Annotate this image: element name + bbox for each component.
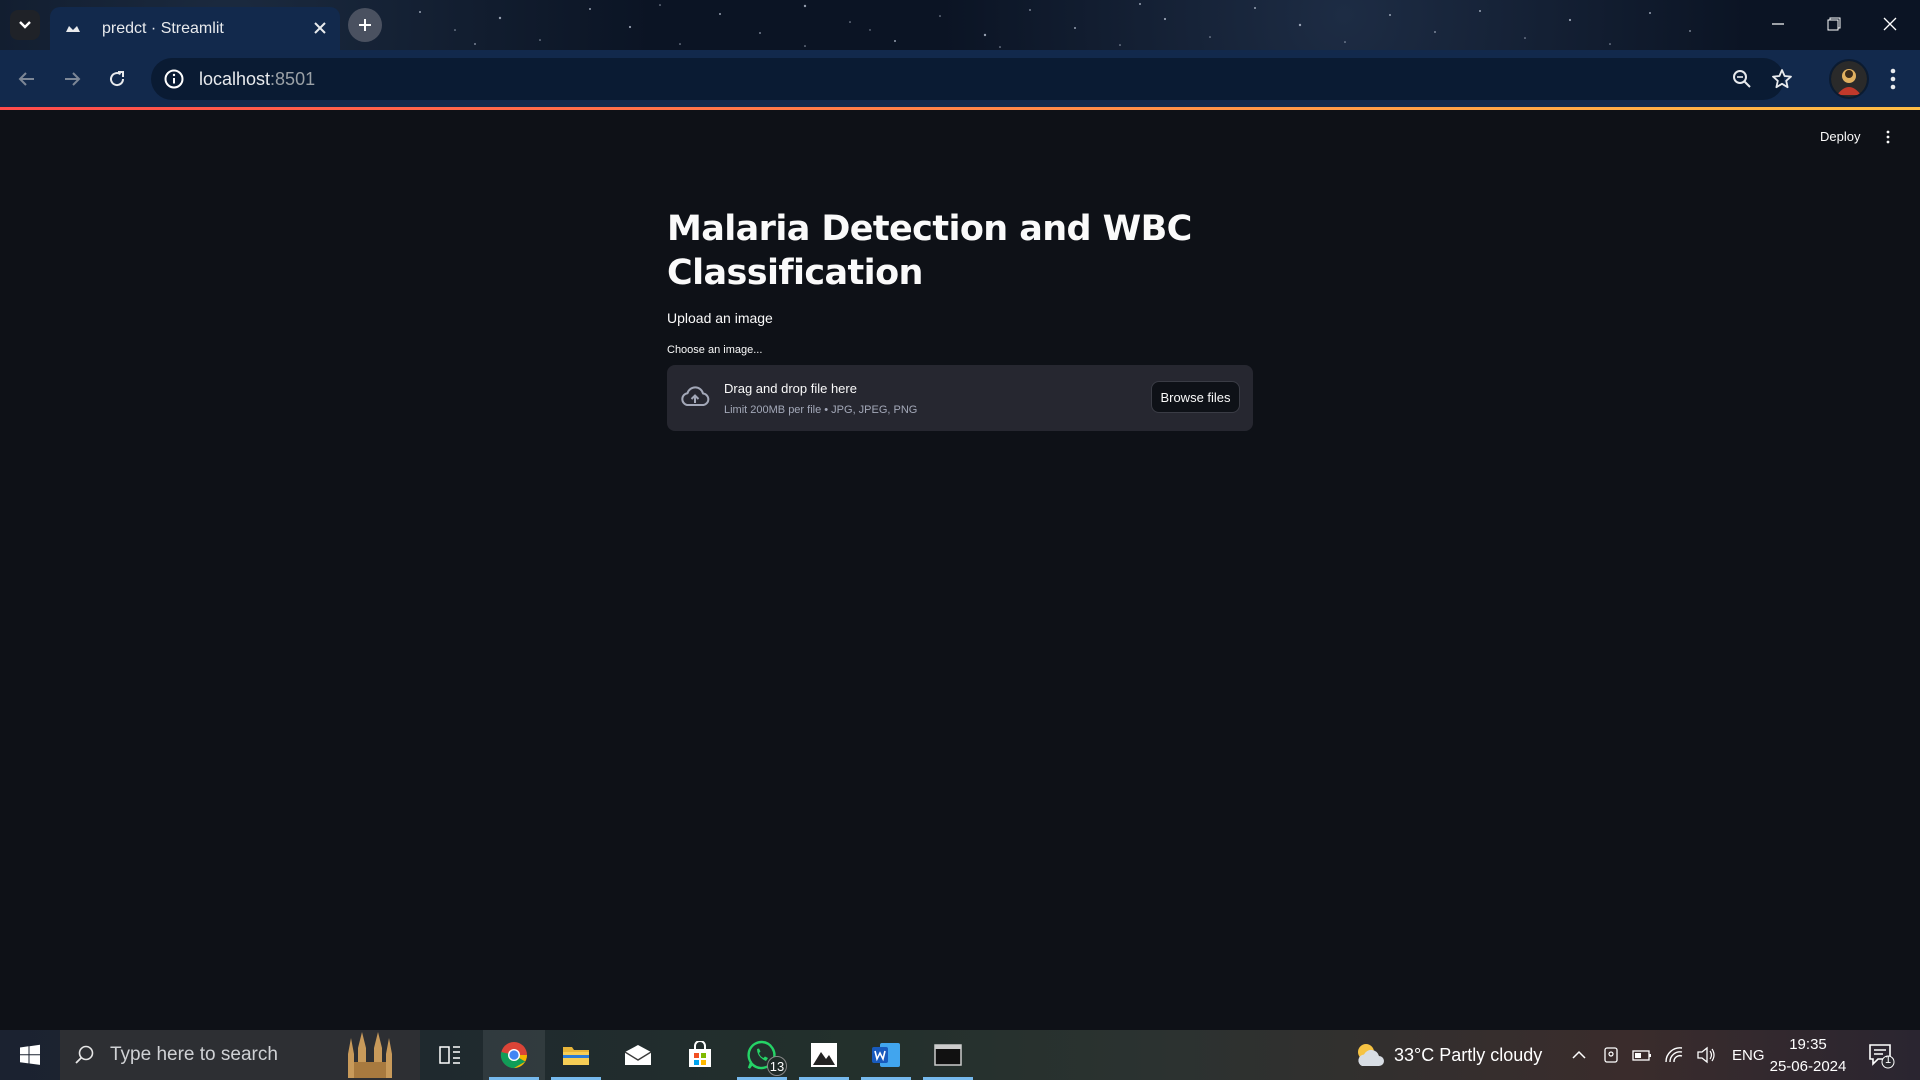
deploy-button[interactable]: Deploy: [1820, 129, 1860, 144]
zoom-icon[interactable]: [1731, 68, 1753, 90]
tab-title: predct · Streamlit: [102, 19, 224, 37]
search-placeholder: Type here to search: [110, 1044, 278, 1065]
terminal-icon: [934, 1044, 962, 1066]
tab-search-button[interactable]: [10, 10, 40, 40]
close-icon: [1883, 17, 1897, 31]
avatar-icon: [1831, 61, 1867, 97]
system-tray-icons: ENG: [1570, 1030, 1765, 1080]
bookmark-star-icon[interactable]: [1771, 68, 1793, 90]
taskbar-mail[interactable]: [607, 1030, 669, 1080]
streamlit-app: Deploy Malaria Detection and WBC Classif…: [0, 110, 1920, 1030]
forward-button[interactable]: [59, 66, 85, 92]
taskbar-photos[interactable]: [793, 1030, 855, 1080]
file-dropzone[interactable]: Drag and drop file here Limit 200MB per …: [667, 365, 1253, 431]
taskbar-terminal[interactable]: [917, 1030, 979, 1080]
tab-close-icon[interactable]: [312, 20, 328, 36]
search-highlight-cathedral-icon: [348, 1032, 392, 1078]
chevron-down-icon: [19, 21, 31, 29]
weather-text: 33°C Partly cloudy: [1394, 1044, 1543, 1065]
task-view-icon: [439, 1046, 460, 1064]
browser-toolbar: localhost:8501: [0, 50, 1920, 108]
taskbar-whatsapp[interactable]: 13: [731, 1030, 793, 1080]
back-button[interactable]: [14, 66, 40, 92]
chrome-icon: [500, 1042, 527, 1069]
browse-files-button[interactable]: Browse files: [1151, 381, 1240, 413]
chevron-up-icon[interactable]: [1570, 1046, 1588, 1064]
whatsapp-unread-badge: 13: [767, 1056, 787, 1076]
close-window-button[interactable]: [1862, 0, 1918, 48]
url-host: localhost: [199, 68, 271, 89]
windows-logo-icon: [20, 1044, 40, 1065]
folder-icon: [563, 1047, 589, 1065]
app-menu-icon[interactable]: [1882, 130, 1894, 144]
url-text: localhost:8501: [199, 69, 315, 90]
wifi-icon[interactable]: [1664, 1046, 1684, 1064]
meet-now-icon[interactable]: [1602, 1046, 1620, 1064]
search-icon: [75, 1045, 94, 1064]
notification-count: 1: [1884, 1054, 1892, 1066]
clock-date: 25-06-2024: [1769, 1058, 1847, 1075]
taskbar-search-box[interactable]: Type here to search: [60, 1030, 420, 1080]
clock-time: 19:35: [1789, 1036, 1827, 1053]
site-info-icon[interactable]: [163, 68, 185, 90]
file-uploader-label: Choose an image...: [667, 344, 763, 356]
streamlit-favicon-icon: [66, 25, 80, 32]
profile-avatar[interactable]: [1829, 59, 1869, 99]
plus-icon: [359, 19, 371, 31]
browser-tab-strip: predct · Streamlit: [0, 0, 1920, 50]
subheader-text: Upload an image: [667, 310, 773, 326]
arrow-right-icon: [65, 72, 81, 86]
minimize-icon: [1772, 23, 1784, 25]
cloud-upload-icon: [681, 386, 710, 406]
language-indicator[interactable]: ENG: [1732, 1047, 1765, 1064]
reload-icon: [110, 71, 125, 87]
word-icon: [872, 1043, 900, 1067]
photos-icon: [811, 1043, 837, 1067]
minimize-button[interactable]: [1750, 0, 1806, 48]
browser-menu-icon[interactable]: [1883, 66, 1903, 92]
mail-icon: [624, 1045, 652, 1065]
taskbar-word[interactable]: [855, 1030, 917, 1080]
clock[interactable]: 19:35 25-06-2024: [1766, 1034, 1850, 1078]
reload-button[interactable]: [104, 66, 130, 92]
dropzone-instructions: Drag and drop file here: [724, 381, 857, 396]
store-icon: [689, 1041, 711, 1067]
battery-icon[interactable]: [1632, 1046, 1652, 1064]
taskbar-task-view[interactable]: [419, 1030, 481, 1080]
browser-tab-active[interactable]: predct · Streamlit: [50, 7, 340, 50]
notification-center-button[interactable]: 1: [1866, 1040, 1896, 1070]
url-port: :8501: [270, 68, 316, 89]
restore-icon: [1827, 17, 1841, 31]
new-tab-button[interactable]: [348, 8, 382, 42]
taskbar-microsoft-store[interactable]: [669, 1030, 731, 1080]
restore-button[interactable]: [1806, 0, 1862, 48]
taskbar-chrome[interactable]: [483, 1030, 545, 1080]
page-title: Malaria Detection and WBC Classification: [667, 209, 1192, 293]
partly-cloudy-icon: [1358, 1044, 1384, 1066]
start-button[interactable]: [0, 1030, 60, 1080]
windows-taskbar: Type here to search 13 33°C Partly cloud…: [0, 1030, 1920, 1080]
volume-icon[interactable]: [1696, 1046, 1716, 1064]
arrow-left-icon: [18, 72, 34, 86]
weather-widget[interactable]: 33°C Partly cloudy: [1352, 1030, 1542, 1080]
dropzone-limit-text: Limit 200MB per file • JPG, JPEG, PNG: [724, 404, 918, 416]
taskbar-file-explorer[interactable]: [545, 1030, 607, 1080]
address-bar[interactable]: localhost:8501: [151, 58, 1792, 100]
